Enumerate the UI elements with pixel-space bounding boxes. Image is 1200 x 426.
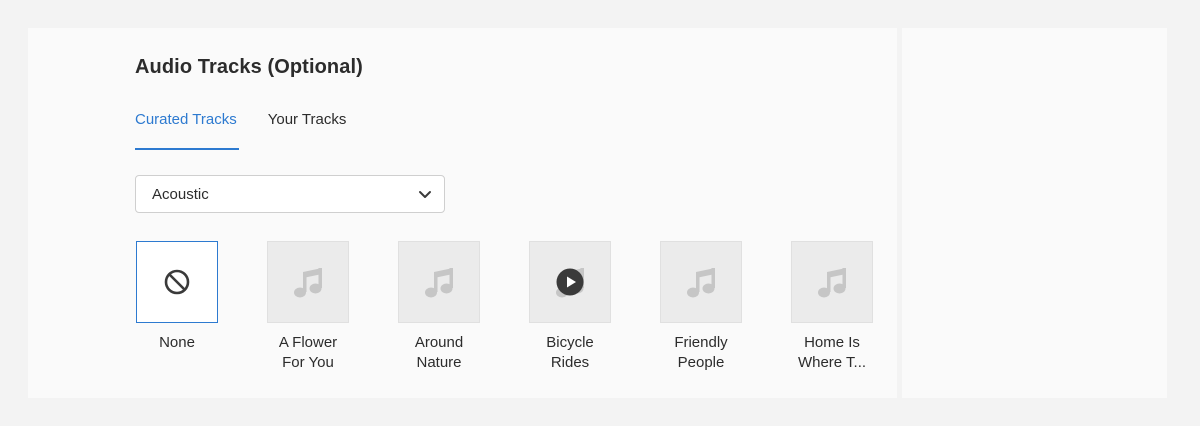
music-note-icon bbox=[425, 268, 453, 298]
track-thumbnail[interactable] bbox=[267, 241, 349, 323]
tab-your-tracks[interactable]: Your Tracks bbox=[268, 106, 347, 150]
track-label: Friendly People bbox=[674, 334, 728, 371]
track-label: Home Is Where T... bbox=[797, 334, 867, 371]
track-label: None bbox=[159, 334, 195, 351]
section-title: Audio Tracks (Optional) bbox=[135, 56, 363, 78]
track-thumbnail[interactable] bbox=[791, 241, 873, 323]
track-list: None A Flower For You Around Nature Bicy… bbox=[136, 241, 873, 373]
track-bicycle-rides[interactable]: Bicycle Rides bbox=[529, 241, 611, 373]
genre-select[interactable]: Acoustic bbox=[135, 175, 445, 213]
page: Audio Tracks (Optional) Curated Tracks Y… bbox=[0, 0, 1200, 426]
tab-curated-tracks[interactable]: Curated Tracks bbox=[135, 106, 239, 150]
track-label: Around Nature bbox=[414, 334, 464, 371]
music-note-icon bbox=[294, 268, 322, 298]
track-label: A Flower For You bbox=[278, 334, 338, 371]
track-thumbnail[interactable] bbox=[529, 241, 611, 323]
track-home-is-where[interactable]: Home Is Where T... bbox=[791, 241, 873, 373]
track-source-tabs: Curated Tracks Your Tracks bbox=[135, 106, 377, 150]
track-thumbnail[interactable] bbox=[398, 241, 480, 323]
genre-select-value: Acoustic bbox=[152, 185, 209, 203]
track-around-nature[interactable]: Around Nature bbox=[398, 241, 480, 373]
music-note-icon bbox=[687, 268, 715, 298]
track-none[interactable]: None bbox=[136, 241, 218, 373]
track-thumbnail[interactable] bbox=[136, 241, 218, 323]
no-symbol-icon bbox=[164, 269, 190, 295]
track-friendly-people[interactable]: Friendly People bbox=[660, 241, 742, 373]
track-a-flower-for-you[interactable]: A Flower For You bbox=[267, 241, 349, 373]
chevron-down-icon bbox=[419, 191, 431, 198]
track-label: Bicycle Rides bbox=[546, 334, 594, 371]
music-note-icon bbox=[818, 268, 846, 298]
side-panel bbox=[902, 28, 1167, 398]
track-thumbnail[interactable] bbox=[660, 241, 742, 323]
audio-tracks-panel: Audio Tracks (Optional) Curated Tracks Y… bbox=[28, 28, 897, 398]
play-icon[interactable] bbox=[556, 268, 584, 296]
